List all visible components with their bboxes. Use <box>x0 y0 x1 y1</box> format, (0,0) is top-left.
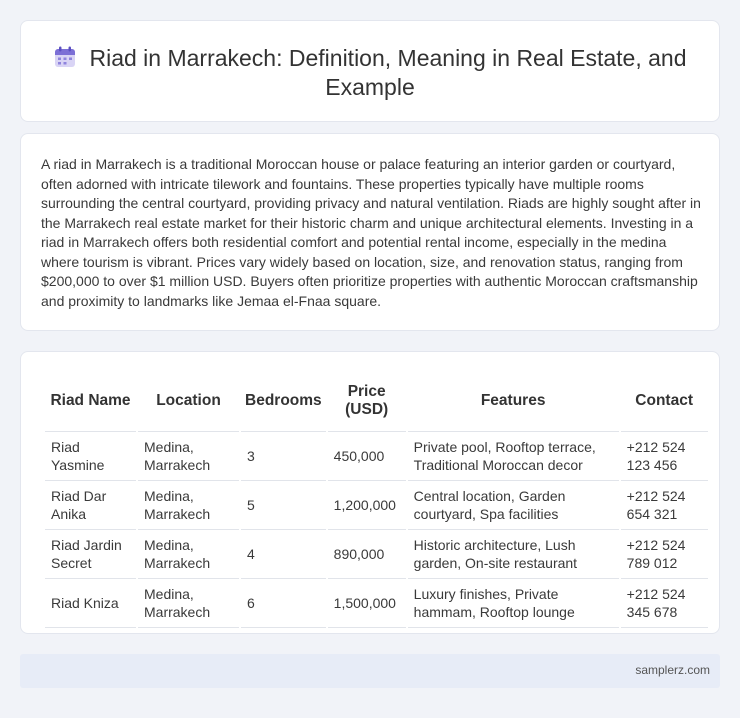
cell-bedrooms: 3 <box>241 432 326 481</box>
cell-contact: +212 524 123 456 <box>620 432 708 481</box>
cell-price: 1,200,000 <box>327 481 406 530</box>
description-text: A riad in Marrakech is a traditional Mor… <box>41 156 701 309</box>
cell-location: Medina, Marrakech <box>138 432 239 481</box>
cell-features: Private pool, Rooftop terrace, Tradition… <box>407 432 619 481</box>
page-title-wrap: Riad in Marrakech: Definition, Meaning i… <box>21 44 719 102</box>
cell-location: Medina, Marrakech <box>138 579 239 628</box>
table-row: Riad Yasmine Medina, Marrakech 3 450,000… <box>45 432 708 481</box>
riad-table: Riad Name Location Bedrooms Price (USD) … <box>43 370 710 628</box>
header-location: Location <box>138 370 239 432</box>
cell-riad-name: Riad Jardin Secret <box>45 530 136 579</box>
cell-contact: +212 524 789 012 <box>620 530 708 579</box>
title-card: Riad in Marrakech: Definition, Meaning i… <box>20 20 720 122</box>
cell-riad-name: Riad Yasmine <box>45 432 136 481</box>
cell-location: Medina, Marrakech <box>138 481 239 530</box>
header-features: Features <box>407 370 619 432</box>
cell-riad-name: Riad Kniza <box>45 579 136 628</box>
table-header-row: Riad Name Location Bedrooms Price (USD) … <box>45 370 708 432</box>
footer-bar: samplerz.com <box>20 654 720 688</box>
table-row: Riad Kniza Medina, Marrakech 6 1,500,000… <box>45 579 708 628</box>
table-row: Riad Jardin Secret Medina, Marrakech 4 8… <box>45 530 708 579</box>
cell-contact: +212 524 654 321 <box>620 481 708 530</box>
header-riad-name: Riad Name <box>45 370 136 432</box>
cell-features: Luxury finishes, Private hammam, Rooftop… <box>407 579 619 628</box>
cell-location: Medina, Marrakech <box>138 530 239 579</box>
table-row: Riad Dar Anika Medina, Marrakech 5 1,200… <box>45 481 708 530</box>
table-card: Riad Name Location Bedrooms Price (USD) … <box>20 351 720 634</box>
header-contact: Contact <box>620 370 708 432</box>
page-title: Riad in Marrakech: Definition, Meaning i… <box>89 45 687 100</box>
calendar-icon <box>53 45 77 69</box>
cell-price: 450,000 <box>327 432 406 481</box>
header-price: Price (USD) <box>327 370 406 432</box>
cell-riad-name: Riad Dar Anika <box>45 481 136 530</box>
footer-site-link[interactable]: samplerz.com <box>635 663 710 677</box>
cell-price: 1,500,000 <box>327 579 406 628</box>
cell-contact: +212 524 345 678 <box>620 579 708 628</box>
cell-bedrooms: 6 <box>241 579 326 628</box>
cell-features: Historic architecture, Lush garden, On-s… <box>407 530 619 579</box>
cell-features: Central location, Garden courtyard, Spa … <box>407 481 619 530</box>
header-bedrooms: Bedrooms <box>241 370 326 432</box>
cell-price: 890,000 <box>327 530 406 579</box>
cell-bedrooms: 5 <box>241 481 326 530</box>
description-card: A riad in Marrakech is a traditional Mor… <box>20 133 720 331</box>
cell-bedrooms: 4 <box>241 530 326 579</box>
